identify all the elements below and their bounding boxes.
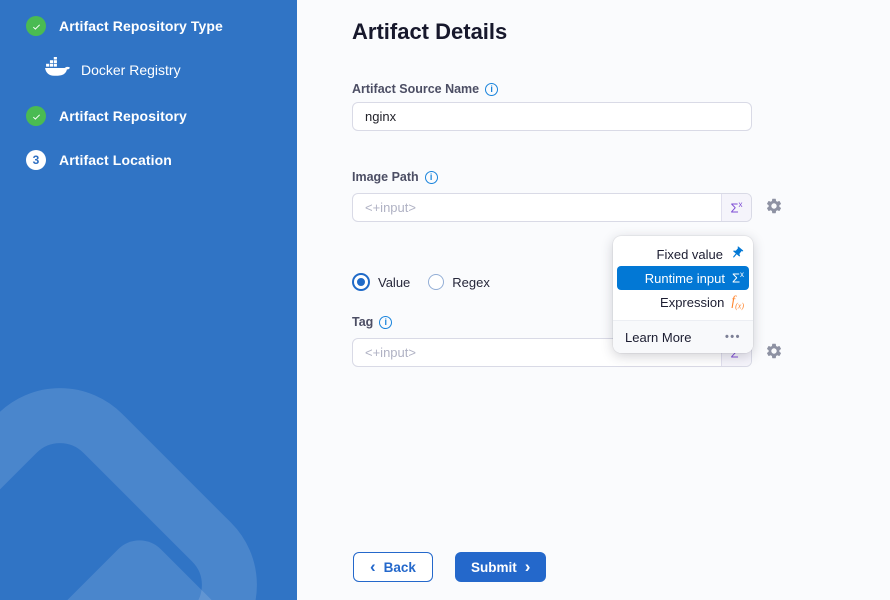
submit-button[interactable]: Submit › <box>455 552 546 582</box>
back-button[interactable]: ‹ Back <box>353 552 433 582</box>
substep-label: Docker Registry <box>81 62 181 78</box>
learn-more-label: Learn More <box>625 330 691 345</box>
radio-option-regex[interactable]: Regex <box>428 274 490 290</box>
artifact-wizard-screen: Artifact Repository Type Docker Registry <box>0 0 890 600</box>
fx-icon: f(x) <box>731 294 744 311</box>
menu-item-learn-more[interactable]: Learn More ••• <box>613 320 753 353</box>
sigma-icon: Σx <box>732 271 744 284</box>
chevron-left-icon: ‹ <box>370 558 376 575</box>
check-circle-icon <box>26 106 46 126</box>
menu-item-label: Fixed value <box>657 247 723 262</box>
artifact-source-name-label: Artifact Source Name i <box>352 82 498 96</box>
label-text: Tag <box>352 315 373 329</box>
image-path-label: Image Path i <box>352 170 438 184</box>
back-button-label: Back <box>384 560 416 575</box>
sigma-icon: Σx <box>730 201 742 214</box>
label-text: Image Path <box>352 170 419 184</box>
menu-item-fixed-value[interactable]: Fixed value <box>613 242 753 266</box>
info-icon[interactable]: i <box>379 316 392 329</box>
radio-unselected-icon <box>428 274 444 290</box>
submit-button-label: Submit <box>471 560 517 575</box>
radio-option-value[interactable]: Value <box>352 273 410 291</box>
check-circle-icon <box>26 16 46 36</box>
step-label: Artifact Location <box>59 152 172 168</box>
label-text: Artifact Source Name <box>352 82 479 96</box>
tag-type-radio-group: Value Regex <box>352 273 490 291</box>
image-path-input[interactable] <box>352 193 752 222</box>
sidebar-substep-docker-registry[interactable]: Docker Registry <box>44 57 181 82</box>
artifact-source-name-input[interactable] <box>352 102 752 131</box>
info-icon[interactable]: i <box>425 171 438 184</box>
radio-label: Value <box>378 275 410 290</box>
menu-item-expression[interactable]: Expression f(x) <box>613 290 753 314</box>
menu-item-label: Expression <box>660 295 724 310</box>
image-path-input-type-button[interactable]: Σx <box>721 194 751 221</box>
step-number-badge: 3 <box>26 150 46 170</box>
sidebar-step-artifact-repository-type[interactable]: Artifact Repository Type <box>26 16 223 36</box>
step-label: Artifact Repository <box>59 108 187 124</box>
image-path-settings-gear-icon[interactable] <box>764 197 784 217</box>
radio-selected-icon <box>354 275 368 289</box>
menu-item-runtime-input[interactable]: Runtime input Σx <box>617 266 749 290</box>
ellipsis-icon: ••• <box>725 331 741 343</box>
page-title: Artifact Details <box>352 19 507 45</box>
input-type-dropdown-menu: Fixed value Runtime input Σx Expression … <box>613 236 753 353</box>
radio-label: Regex <box>452 275 490 290</box>
step-label: Artifact Repository Type <box>59 18 223 34</box>
sidebar-step-artifact-repository[interactable]: Artifact Repository <box>26 106 187 126</box>
sidebar-step-artifact-location[interactable]: 3 Artifact Location <box>26 150 172 170</box>
dropdown-items: Fixed value Runtime input Σx Expression … <box>613 236 753 320</box>
tag-settings-gear-icon[interactable] <box>764 342 784 362</box>
docker-icon <box>44 57 71 82</box>
tag-label: Tag i <box>352 315 392 329</box>
pin-icon <box>730 246 744 263</box>
wizard-sidebar: Artifact Repository Type Docker Registry <box>0 0 297 600</box>
info-icon[interactable]: i <box>485 83 498 96</box>
image-path-input-group: Σx <box>352 193 752 222</box>
menu-item-label: Runtime input <box>645 271 725 286</box>
chevron-right-icon: › <box>525 558 531 575</box>
